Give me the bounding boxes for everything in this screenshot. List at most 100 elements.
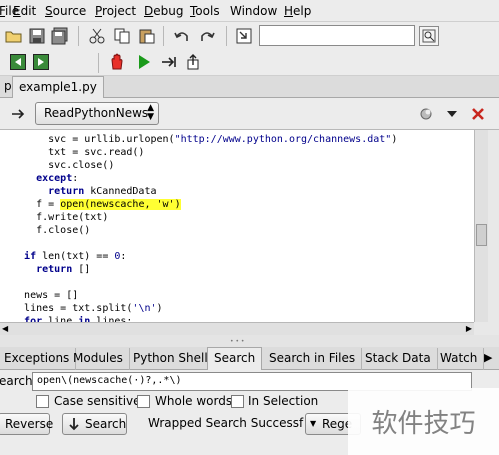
function-selector[interactable]: ReadPythonNews ▲ ▼ bbox=[35, 102, 159, 125]
panel-splitter[interactable]: • • • bbox=[0, 335, 499, 347]
tab-stack-data[interactable]: Stack Data bbox=[359, 348, 438, 370]
toolbar-separator bbox=[98, 53, 99, 73]
redo-icon[interactable] bbox=[197, 26, 217, 46]
copy-icon[interactable] bbox=[112, 26, 132, 46]
undo-icon[interactable] bbox=[172, 26, 192, 46]
open-folder-icon[interactable] bbox=[4, 26, 24, 46]
in-selection-checkbox[interactable] bbox=[231, 395, 244, 408]
code-token: ) bbox=[156, 303, 163, 314]
code-line: txt = svc.read() bbox=[12, 146, 144, 159]
code-line: for line in lines: bbox=[12, 315, 132, 322]
code-line: lines = txt.split('\n') bbox=[12, 302, 163, 315]
code-token: f.close() bbox=[36, 225, 91, 236]
dropdown-arrow-icon[interactable] bbox=[442, 104, 462, 124]
goto-icon[interactable] bbox=[234, 26, 254, 46]
scroll-thumb[interactable] bbox=[476, 224, 487, 246]
menu-help[interactable]: Help bbox=[284, 4, 311, 18]
cut-icon[interactable] bbox=[87, 26, 107, 46]
menu-debug[interactable]: Debug bbox=[144, 4, 183, 18]
run-icon[interactable] bbox=[134, 52, 154, 72]
down-arrow-icon bbox=[69, 418, 79, 431]
code-token: f = bbox=[36, 199, 61, 210]
close-icon[interactable] bbox=[468, 104, 488, 124]
search-status: Wrapped Search Successf bbox=[148, 416, 304, 430]
code-token: : bbox=[120, 251, 127, 262]
code-token: "http://www.python.org/channews.dat" bbox=[174, 134, 392, 145]
menu-edit-mnemonic: E bbox=[13, 4, 21, 18]
reverse-button[interactable]: Reverse bbox=[0, 413, 53, 435]
code-line: f.write(txt) bbox=[12, 211, 108, 224]
code-token: if bbox=[24, 251, 37, 262]
back-icon[interactable] bbox=[8, 52, 28, 72]
menubar: File Edit Source Project Debug Tools Win… bbox=[0, 0, 499, 22]
tab-search-in-files[interactable]: Search in Files bbox=[263, 348, 363, 370]
code-line: return kCannedData bbox=[12, 185, 156, 198]
in-selection-label: In Selection bbox=[248, 394, 319, 408]
tab-search[interactable]: Search bbox=[207, 347, 263, 370]
watermark: 软件技巧 bbox=[348, 388, 499, 455]
toolbar-separator bbox=[226, 26, 227, 46]
menu-source-mnemonic: S bbox=[45, 4, 53, 18]
code-token: open(newscache, 'w') bbox=[60, 199, 181, 210]
code-editor[interactable]: svc = urllib.urlopen("http://www.python.… bbox=[0, 130, 474, 322]
code-token: svc.close() bbox=[48, 160, 115, 171]
toolbar-separator bbox=[78, 26, 79, 46]
menu-window[interactable]: Window bbox=[230, 4, 277, 18]
code-token: len(txt) == bbox=[36, 251, 115, 262]
arrow-right-icon[interactable] bbox=[9, 104, 29, 124]
code-token: ) bbox=[391, 134, 398, 145]
find-icon[interactable] bbox=[419, 26, 439, 46]
code-line: if len(txt) == 0: bbox=[12, 250, 126, 263]
tab-exceptions[interactable]: Exceptions bbox=[0, 348, 77, 370]
menu-project-mnemonic: P bbox=[95, 4, 103, 18]
menu-project[interactable]: Project bbox=[95, 4, 136, 18]
scroll-left-arrow-icon[interactable]: ◀ bbox=[2, 324, 8, 333]
stop-icon[interactable] bbox=[107, 52, 127, 72]
dropdown-arrow-icon: ▼ bbox=[310, 419, 317, 428]
scroll-right-arrow-icon[interactable]: ▶ bbox=[466, 324, 472, 333]
code-token: : bbox=[72, 173, 79, 184]
options-icon[interactable] bbox=[416, 104, 436, 124]
code-line: svc.close() bbox=[12, 159, 114, 172]
code-line: except: bbox=[12, 172, 78, 185]
case-sensitive-label: Case sensitive bbox=[54, 394, 141, 408]
forward-icon[interactable] bbox=[31, 52, 51, 72]
menu-debug-mnemonic: D bbox=[144, 4, 154, 18]
code-line: svc = urllib.urlopen("http://www.python.… bbox=[12, 133, 397, 146]
function-selector-label: ReadPythonNews bbox=[44, 106, 149, 120]
case-sensitive-checkbox[interactable] bbox=[36, 395, 49, 408]
paste-icon[interactable] bbox=[137, 26, 157, 46]
tab-modules[interactable]: Modules bbox=[67, 348, 130, 370]
tab-scroll-right-icon[interactable]: ▶ bbox=[484, 351, 492, 364]
search-button[interactable]: Search bbox=[62, 413, 127, 435]
code-token: except bbox=[36, 173, 73, 184]
horizontal-scrollbar[interactable]: ◀ ▶ bbox=[0, 322, 474, 335]
whole-words-checkbox[interactable] bbox=[137, 395, 150, 408]
code-token: f.write(txt) bbox=[36, 212, 109, 223]
menu-source[interactable]: Source bbox=[45, 4, 86, 18]
save-icon[interactable] bbox=[27, 26, 47, 46]
tab-python-shell[interactable]: Python Shell bbox=[127, 348, 215, 370]
code-token: svc = urllib.urlopen( bbox=[48, 134, 175, 145]
save-all-icon[interactable] bbox=[50, 26, 70, 46]
code-token: lines = txt.split( bbox=[24, 303, 133, 314]
tab-example1-py[interactable]: example1.py bbox=[12, 76, 104, 98]
search-button-label: Search bbox=[85, 417, 127, 431]
spinner-icon: ▲ ▼ bbox=[147, 103, 154, 122]
menu-edit[interactable]: Edit bbox=[13, 4, 36, 18]
editor-header: ReadPythonNews ▲ ▼ bbox=[0, 98, 499, 130]
vertical-scrollbar[interactable] bbox=[474, 130, 488, 322]
step-out-icon[interactable] bbox=[183, 52, 203, 72]
menu-tools[interactable]: Tools bbox=[190, 4, 220, 18]
step-into-icon[interactable] bbox=[159, 52, 179, 72]
tab-watch[interactable]: Watch bbox=[434, 348, 485, 370]
code-token: news = [] bbox=[24, 290, 79, 301]
toolbar-search-input[interactable] bbox=[259, 25, 415, 46]
